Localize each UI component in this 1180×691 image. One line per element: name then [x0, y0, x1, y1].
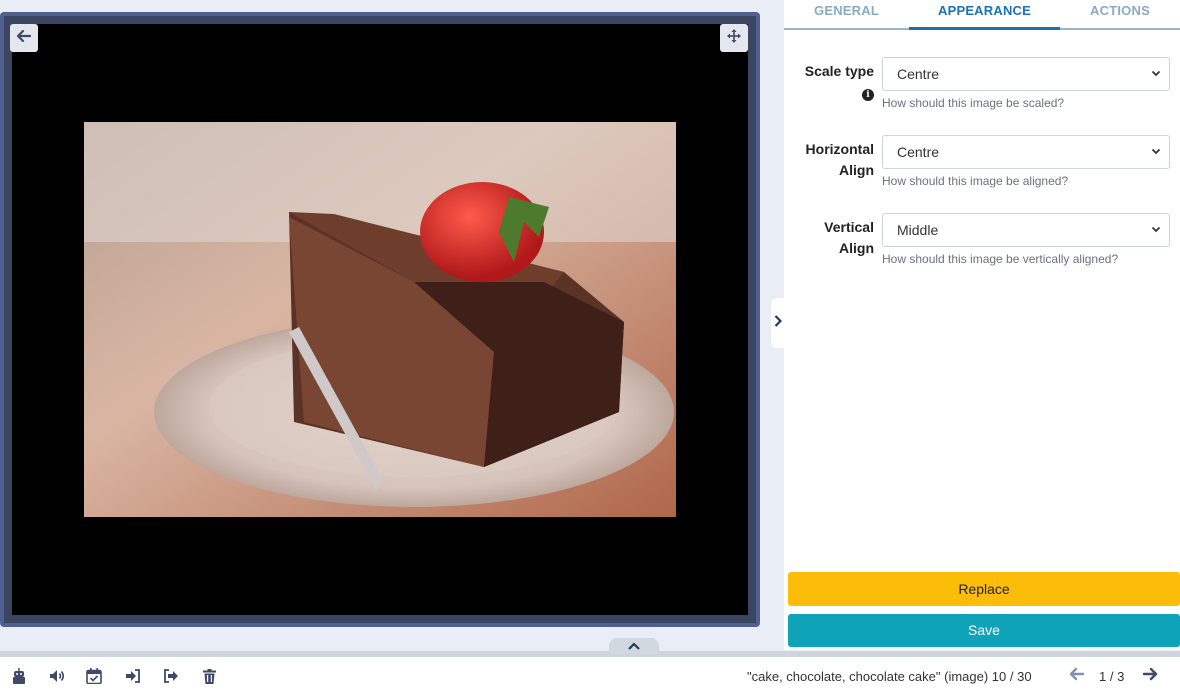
media-caption: "cake, chocolate, chocolate cake" (image… [747, 669, 1032, 684]
chevron-down-icon [1151, 214, 1161, 258]
move-button[interactable] [720, 24, 748, 52]
chevron-down-icon [1151, 58, 1161, 102]
settings-panel: GENERAL APPEARANCE ACTIONS Scale type i … [784, 0, 1180, 650]
replace-button[interactable]: Replace [788, 572, 1180, 606]
calendar-check-icon[interactable] [85, 667, 103, 685]
robot-icon[interactable] [10, 667, 28, 685]
horizontal-align-value: Centre [897, 144, 940, 160]
previous-page-button[interactable] [1067, 667, 1085, 685]
sign-in-icon[interactable] [124, 667, 142, 685]
scale-type-value: Centre [897, 66, 940, 82]
preview-image [84, 122, 676, 517]
vertical-align-select[interactable]: Middle [882, 213, 1170, 247]
chevron-down-icon [1151, 136, 1161, 180]
horizontal-align-help: How should this image be aligned? [882, 174, 1069, 188]
horizontal-align-label-line2: Align [839, 162, 874, 178]
scale-type-help: How should this image be scaled? [882, 96, 1065, 110]
chevron-right-icon [774, 314, 782, 332]
trash-icon[interactable] [200, 667, 218, 685]
horizontal-align-label-line1: Horizontal [805, 141, 874, 157]
tab-general[interactable]: GENERAL [784, 0, 909, 30]
arrow-left-icon [1069, 667, 1084, 686]
horizontal-align-label: Horizontal Align [806, 139, 874, 181]
scale-type-select[interactable]: Centre [882, 57, 1170, 91]
save-button[interactable]: Save [788, 614, 1180, 647]
horizontal-align-select[interactable]: Centre [882, 135, 1170, 169]
arrow-left-icon [16, 29, 32, 48]
vertical-align-help: How should this image be vertically alig… [882, 252, 1119, 266]
bottom-toolbar: "cake, chocolate, chocolate cake" (image… [0, 657, 1180, 691]
chevron-up-icon [628, 637, 640, 655]
arrow-right-icon [1142, 667, 1158, 686]
info-circle-icon: i [862, 89, 874, 101]
back-button[interactable] [10, 24, 38, 52]
page-indicator: 1 / 3 [1099, 669, 1125, 684]
volume-icon[interactable] [48, 667, 66, 685]
next-page-button[interactable] [1141, 667, 1159, 685]
collapse-panel-button[interactable] [771, 298, 784, 348]
vertical-align-label: Vertical Align [824, 217, 874, 259]
tab-appearance[interactable]: APPEARANCE [909, 0, 1060, 30]
expand-bottom-button[interactable] [609, 638, 659, 654]
tab-actions[interactable]: ACTIONS [1060, 0, 1180, 30]
tab-bar: GENERAL APPEARANCE ACTIONS [784, 0, 1180, 30]
scale-type-label: Scale type i [805, 61, 874, 103]
move-arrows-icon [727, 28, 741, 48]
vertical-align-label-line2: Align [839, 240, 874, 256]
vertical-align-value: Middle [897, 222, 939, 238]
scale-type-label-text: Scale type [804, 63, 874, 79]
vertical-align-label-line1: Vertical [824, 219, 874, 235]
sign-out-icon[interactable] [162, 667, 180, 685]
